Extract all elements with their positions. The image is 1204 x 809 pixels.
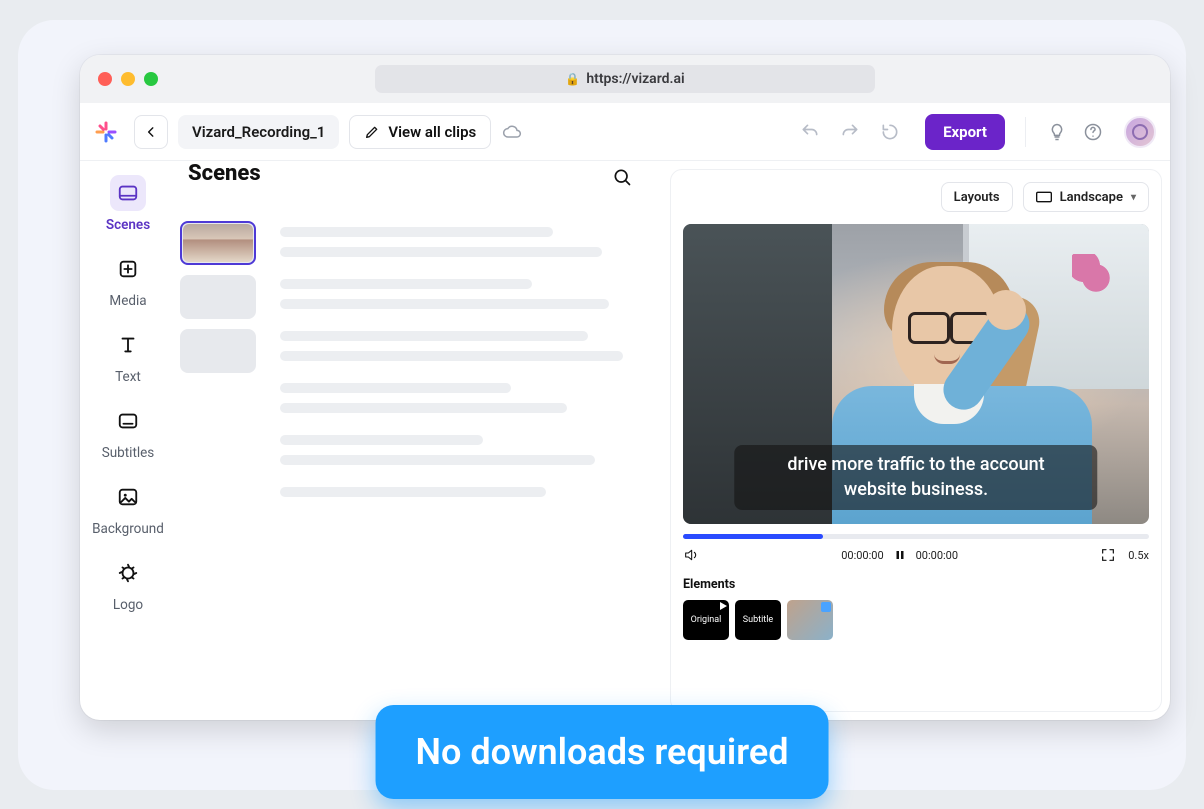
- time-current: 00:00:00: [841, 549, 883, 562]
- promo-banner: No downloads required: [376, 705, 829, 799]
- project-name[interactable]: Vizard_Recording_1: [178, 115, 339, 149]
- rail-label: Media: [109, 293, 146, 309]
- preview-panel: Layouts Landscape ▾ drive more traffic t…: [670, 169, 1162, 712]
- redo-button[interactable]: [839, 121, 861, 143]
- panel-title: Scenes: [182, 161, 261, 186]
- maximize-window-icon[interactable]: [144, 72, 158, 86]
- logo-icon: [110, 555, 146, 591]
- view-all-clips-button[interactable]: View all clips: [349, 115, 491, 149]
- video-preview[interactable]: drive more traffic to the account websit…: [683, 224, 1149, 524]
- minimize-window-icon[interactable]: [121, 72, 135, 86]
- url-text: https://vizard.ai: [586, 71, 684, 87]
- rail-label: Background: [92, 521, 164, 537]
- export-button[interactable]: Export: [925, 114, 1005, 150]
- back-button[interactable]: [134, 115, 168, 149]
- search-button[interactable]: [612, 167, 632, 187]
- media-icon: [110, 251, 146, 287]
- fullscreen-button[interactable]: [1100, 547, 1116, 563]
- rail-item-subtitles[interactable]: Subtitles: [102, 403, 155, 461]
- volume-button[interactable]: [683, 547, 699, 563]
- app-logo[interactable]: [94, 120, 118, 144]
- undo-button[interactable]: [799, 121, 821, 143]
- history-controls: [799, 121, 901, 143]
- center-panel: Scenes: [176, 161, 670, 720]
- element-clip[interactable]: [787, 600, 833, 640]
- lock-icon: 🔒: [565, 72, 580, 86]
- scene-thumb-2[interactable]: [180, 275, 256, 319]
- rail-item-text[interactable]: Text: [110, 327, 146, 385]
- cloud-sync-icon[interactable]: [501, 121, 523, 143]
- rail-item-scenes[interactable]: Scenes: [106, 175, 150, 233]
- user-avatar[interactable]: [1124, 116, 1156, 148]
- help-controls: [1046, 121, 1104, 143]
- rail-label: Text: [115, 369, 141, 385]
- window-controls: [98, 72, 158, 86]
- time-total: 00:00:00: [916, 549, 958, 562]
- pencil-icon: [364, 124, 380, 140]
- browser-window: 🔒 https://vizard.ai Vizard_Recording_1 V…: [80, 55, 1170, 720]
- scene-thumb-3[interactable]: [180, 329, 256, 373]
- scenes-icon: [110, 175, 146, 211]
- element-original[interactable]: Original: [683, 600, 729, 640]
- help-button[interactable]: [1082, 121, 1104, 143]
- text-icon: [110, 327, 146, 363]
- player-controls: 00:00:00 00:00:00 0.5x: [683, 547, 1149, 563]
- view-all-clips-label: View all clips: [388, 123, 476, 141]
- rail-item-media[interactable]: Media: [109, 251, 146, 309]
- landscape-icon: [1036, 191, 1052, 203]
- rail-label: Logo: [113, 597, 143, 613]
- transcript-placeholder: [280, 175, 660, 720]
- rail-label: Scenes: [106, 217, 150, 233]
- elements-heading: Elements: [683, 577, 1149, 592]
- element-subtitle[interactable]: Subtitle: [735, 600, 781, 640]
- elements-row: Original Subtitle: [683, 600, 1149, 640]
- address-bar[interactable]: 🔒 https://vizard.ai: [375, 65, 875, 93]
- speed-label[interactable]: 0.5x: [1128, 549, 1149, 562]
- pause-button[interactable]: [894, 549, 906, 561]
- reset-button[interactable]: [879, 121, 901, 143]
- subtitles-icon: [110, 403, 146, 439]
- layouts-button[interactable]: Layouts: [941, 182, 1013, 212]
- rail-label: Subtitles: [102, 445, 155, 461]
- scene-thumb-1[interactable]: [180, 221, 256, 265]
- progress-bar[interactable]: [683, 534, 1149, 539]
- rail-item-background[interactable]: Background: [92, 479, 164, 537]
- chevron-down-icon: ▾: [1131, 192, 1136, 203]
- caption-overlay: drive more traffic to the account websit…: [734, 445, 1097, 510]
- scene-thumbnails: [180, 175, 280, 720]
- side-rail: Scenes Media Text Subtitles Background L…: [80, 161, 176, 720]
- main-area: Scenes Media Text Subtitles Background L…: [80, 161, 1170, 720]
- orientation-select[interactable]: Landscape ▾: [1023, 182, 1149, 212]
- background-icon: [110, 479, 146, 515]
- chevron-left-icon: [144, 125, 158, 139]
- rail-item-logo[interactable]: Logo: [110, 555, 146, 613]
- divider: [1025, 117, 1026, 147]
- app-toolbar: Vizard_Recording_1 View all clips Export: [80, 103, 1170, 161]
- browser-chrome: 🔒 https://vizard.ai: [80, 55, 1170, 103]
- close-window-icon[interactable]: [98, 72, 112, 86]
- hint-button[interactable]: [1046, 121, 1068, 143]
